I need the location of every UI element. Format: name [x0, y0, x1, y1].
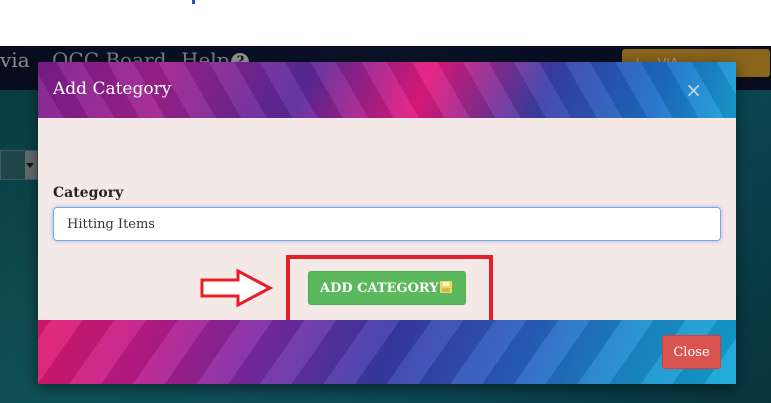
modal-title: Add Category: [53, 79, 172, 99]
link-fragment: [192, 0, 195, 4]
add-category-label[interactable]: ADD CATEGORY: [320, 281, 439, 296]
arrow-right-icon: [200, 268, 274, 308]
modal-footer: Close: [38, 320, 736, 384]
save-icon[interactable]: [439, 280, 452, 293]
modal-header: Add Category ×: [38, 62, 736, 118]
add-category-modal: Add Category × Category ADD CATEGORY Clo…: [38, 62, 736, 384]
close-icon[interactable]: ×: [685, 78, 702, 102]
close-button[interactable]: Close: [662, 335, 721, 369]
modal-body: Category ADD CATEGORY: [38, 118, 736, 328]
page-top: [0, 0, 771, 46]
category-input[interactable]: [53, 207, 721, 241]
category-label: Category: [53, 185, 124, 201]
add-category-button[interactable]: ADD CATEGORY: [308, 271, 466, 305]
